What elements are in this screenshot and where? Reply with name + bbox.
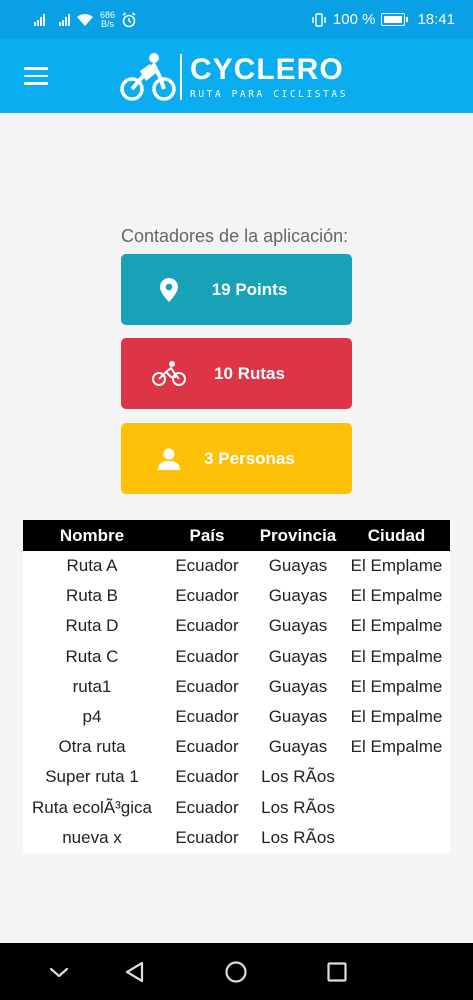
cell-ciudad xyxy=(343,762,450,792)
bicycle-icon xyxy=(149,360,189,387)
recents-icon[interactable] xyxy=(324,959,350,985)
column-header-provincia: Provincia xyxy=(253,520,343,551)
app-logo: CYCLERO RUTA PARA CICLISTAS xyxy=(120,49,348,105)
routes-table-grid: Nombre País Provincia Ciudad Ruta A Ecuad… xyxy=(23,520,450,853)
table-header: Nombre País Provincia Ciudad xyxy=(23,520,450,551)
table-row: nueva x Ecuador Los RÃos xyxy=(23,823,450,853)
status-left: 686 B/s xyxy=(0,10,137,29)
map-marker-icon xyxy=(149,277,189,302)
counters-label: Contadores de la aplicación: xyxy=(121,226,349,246)
clock: 18:41 xyxy=(417,11,455,28)
table-row: Ruta C Ecuador Guayas El Empalme xyxy=(23,642,450,672)
cell-pais: Ecuador xyxy=(175,646,239,666)
battery-percent: 100 % xyxy=(332,11,376,28)
points-counter-button[interactable]: 19 Points xyxy=(121,254,352,325)
table-row: Ruta ecolÃ³gica Ecuador Los RÃos xyxy=(23,793,450,823)
table-row: Ruta A Ecuador Guayas El Emplame xyxy=(23,551,450,581)
cell-ciudad xyxy=(343,823,450,853)
table-row: ruta1 Ecuador Guayas El Empalme xyxy=(23,672,450,702)
column-header-pais: País xyxy=(161,520,253,551)
net-speed-unit: B/s xyxy=(101,18,115,29)
rutas-counter-label: 10 Rutas xyxy=(214,363,285,383)
cell-nombre: Ruta A xyxy=(66,556,118,576)
cell-nombre: Ruta B xyxy=(66,586,118,606)
cell-pais: Ecuador xyxy=(175,556,239,576)
table-row: Ruta D Ecuador Guayas El Empalme xyxy=(23,611,450,641)
cell-provincia: Los RÃos xyxy=(261,797,335,817)
status-bar: 686 B/s 100 % 18:41 xyxy=(0,0,473,39)
cell-nombre: nueva x xyxy=(62,827,122,847)
cell-provincia: Guayas xyxy=(268,616,328,636)
cell-pais: Ecuador xyxy=(175,676,239,696)
column-header-ciudad: Ciudad xyxy=(343,520,450,551)
signal-icon xyxy=(59,13,70,26)
cell-ciudad: El Empalme xyxy=(350,737,443,757)
cell-pais: Ecuador xyxy=(175,797,239,817)
cell-nombre: Super ruta 1 xyxy=(45,767,139,787)
cell-pais: Ecuador xyxy=(175,827,239,847)
cell-nombre: Otra ruta xyxy=(58,737,126,757)
status-right: 100 % 18:41 xyxy=(311,11,473,28)
system-nav-bar xyxy=(0,943,473,1000)
table-row: Otra ruta Ecuador Guayas El Empalme xyxy=(23,732,450,762)
cell-provincia: Los RÃos xyxy=(261,827,335,847)
table-body: Ruta A Ecuador Guayas El Emplame Ruta B Ecua… xyxy=(23,551,450,853)
cell-ciudad: El Empalme xyxy=(350,586,443,606)
table-row: p4 Ecuador Guayas El Empalme xyxy=(23,702,450,732)
cell-provincia: Guayas xyxy=(268,556,328,576)
alarm-icon xyxy=(122,11,136,27)
table-row: Ruta B Ecuador Guayas El Empalme xyxy=(23,581,450,611)
logo-title: CYCLERO xyxy=(190,52,344,86)
cell-pais: Ecuador xyxy=(175,616,239,636)
net-speed: 686 B/s xyxy=(100,10,115,29)
cell-ciudad: El Empalme xyxy=(350,646,443,666)
cell-provincia: Guayas xyxy=(268,586,328,606)
home-icon[interactable] xyxy=(223,959,249,985)
personas-counter-button[interactable]: 3 Personas xyxy=(121,423,352,494)
cell-pais: Ecuador xyxy=(175,767,239,787)
chevron-down-icon[interactable] xyxy=(46,959,72,985)
column-header-nombre: Nombre xyxy=(23,520,161,551)
routes-table: Nombre País Provincia Ciudad Ruta A Ecuad… xyxy=(23,520,450,853)
hamburger-menu-icon[interactable] xyxy=(24,67,48,85)
cell-nombre: Ruta C xyxy=(65,646,119,666)
cell-nombre: Ruta D xyxy=(65,616,119,636)
table-row: Super ruta 1 Ecuador Los RÃos xyxy=(23,762,450,792)
battery-icon xyxy=(381,13,409,26)
cell-provincia: Guayas xyxy=(268,646,328,666)
cell-ciudad: El Empalme xyxy=(350,707,443,727)
cell-ciudad: El Empalme xyxy=(350,616,443,636)
logo-subtitle: RUTA PARA CICLISTAS xyxy=(190,88,349,100)
cell-ciudad xyxy=(343,793,450,823)
cell-nombre: ruta1 xyxy=(72,676,112,696)
cyclist-logo-icon xyxy=(120,53,176,101)
signal-icon xyxy=(34,13,45,26)
wifi-icon xyxy=(77,13,93,26)
cell-provincia: Los RÃos xyxy=(261,767,335,787)
cell-ciudad: El Empalme xyxy=(350,676,443,696)
person-icon xyxy=(149,448,189,470)
cell-provincia: Guayas xyxy=(268,676,328,696)
app-header: CYCLERO RUTA PARA CICLISTAS xyxy=(0,39,473,113)
cell-ciudad: El Emplame xyxy=(350,556,443,576)
logo-divider xyxy=(180,54,182,100)
logo-text: CYCLERO RUTA PARA CICLISTAS xyxy=(190,52,349,100)
cell-nombre: Ruta ecolÃ³gica xyxy=(31,797,152,817)
cell-pais: Ecuador xyxy=(175,737,239,757)
cell-pais: Ecuador xyxy=(175,586,239,606)
rutas-counter-button[interactable]: 10 Rutas xyxy=(121,338,352,409)
cell-provincia: Guayas xyxy=(268,707,328,727)
vibrate-icon xyxy=(312,12,326,27)
personas-counter-label: 3 Personas xyxy=(204,448,295,468)
back-icon[interactable] xyxy=(122,959,148,985)
cell-provincia: Guayas xyxy=(268,737,328,757)
cell-pais: Ecuador xyxy=(175,707,239,727)
points-counter-label: 19 Points xyxy=(211,279,288,299)
cell-nombre: p4 xyxy=(82,707,102,727)
